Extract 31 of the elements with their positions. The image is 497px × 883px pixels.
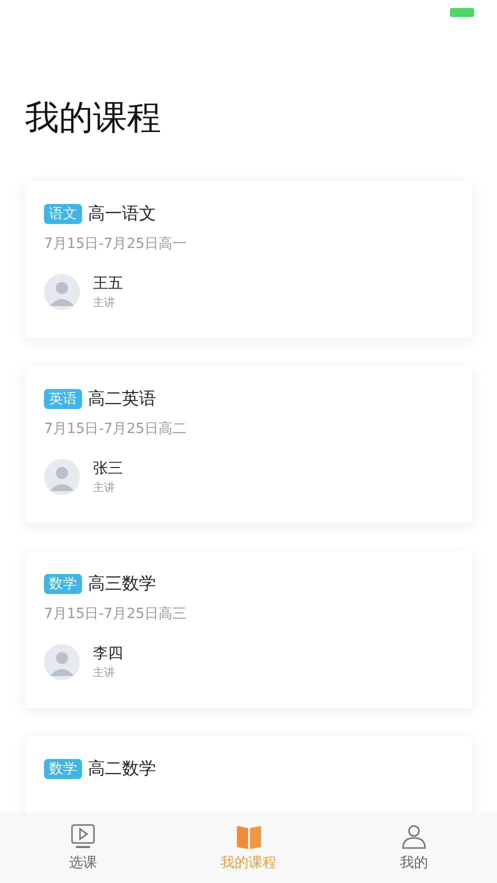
teacher-name: 王五 (93, 274, 123, 293)
subject-tag: 数学 (44, 758, 82, 778)
course-card[interactable]: 英语 高二英语 7月15日-7月25日高二 张三 主讲 (25, 366, 472, 523)
avatar-icon (44, 274, 80, 310)
course-card[interactable]: 数学 高三数学 7月15日-7月25日高三 李四 主讲 (25, 551, 472, 708)
book-icon (236, 824, 262, 850)
battery-icon (450, 8, 474, 17)
course-card[interactable]: 语文 高一语文 7月15日-7月25日高一 王五 主讲 (25, 181, 472, 338)
play-icon (70, 824, 96, 850)
avatar-icon (44, 644, 80, 680)
course-dates: 7月15日-7月25日高一 (44, 235, 188, 253)
subject-tag: 英语 (44, 388, 82, 408)
course-title: 高二英语 (88, 388, 156, 410)
page-title: 我的课程 (25, 97, 162, 140)
course-dates: 7月15日-7月25日高三 (44, 605, 188, 623)
course-card[interactable]: 数学 高二数学 (25, 736, 472, 813)
teacher-role: 主讲 (93, 480, 116, 495)
teacher-role: 主讲 (93, 295, 116, 310)
teacher-name: 李四 (93, 644, 123, 663)
teacher-name: 张三 (93, 459, 123, 478)
teacher-role: 主讲 (93, 665, 116, 680)
course-title: 高三数学 (88, 573, 156, 595)
person-icon (401, 824, 428, 850)
tab-item[interactable]: 选课 (0, 813, 166, 883)
subject-tag: 数学 (44, 574, 82, 594)
course-dates: 7月15日-7月25日高二 (44, 420, 188, 438)
subject-tag: 语文 (44, 204, 82, 224)
course-title: 高一语文 (88, 203, 156, 225)
tab-item[interactable]: 我的 (331, 813, 497, 883)
course-title: 高二数学 (88, 758, 156, 780)
avatar-icon (44, 459, 80, 495)
